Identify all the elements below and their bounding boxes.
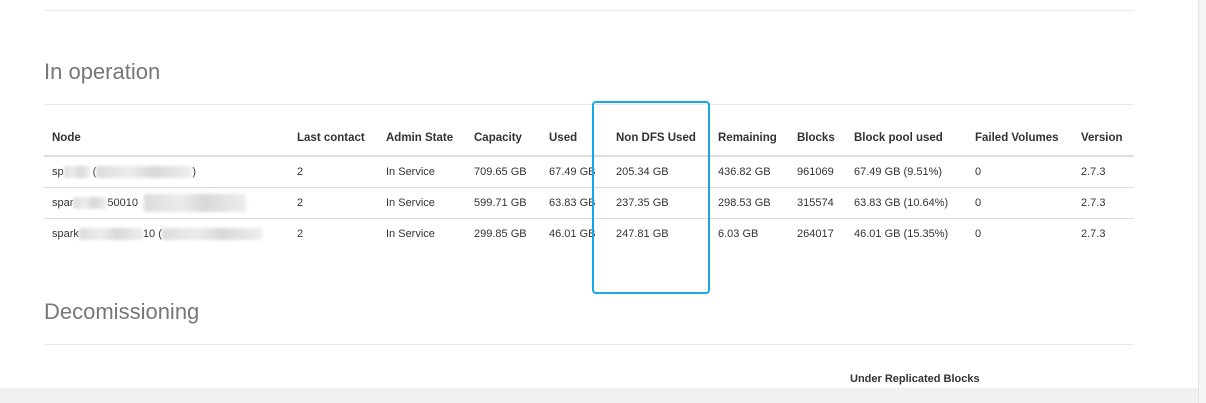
- capacity-cell: 599.71 GB: [466, 187, 541, 219]
- vertical-scrollbar[interactable]: [1198, 0, 1206, 403]
- table-row: sp () 2 In Service 709.65 GB 67.49 GB 20…: [44, 156, 1134, 188]
- datanodes-table: Node Last contact Admin State Capacity U…: [44, 120, 1134, 249]
- used-cell: 67.49 GB: [541, 156, 608, 188]
- table-header: Node Last contact Admin State Capacity U…: [44, 120, 1134, 157]
- header-non-dfs-used[interactable]: Non DFS Used: [608, 120, 710, 157]
- decommissioning-divider: [44, 344, 1134, 345]
- version-cell: 2.7.3: [1081, 228, 1106, 240]
- in-operation-divider: [44, 104, 1134, 105]
- used-cell: 63.83 GB: [541, 187, 608, 219]
- header-capacity[interactable]: Capacity: [466, 120, 541, 157]
- redacted-host: [78, 228, 143, 241]
- redacted-host: [63, 166, 90, 179]
- decommissioning-heading: Decomissioning: [44, 299, 200, 324]
- non-dfs-used-cell: 237.35 GB: [608, 187, 710, 219]
- capacity-cell: 709.65 GB: [466, 156, 541, 188]
- admin-state-cell: In Service: [378, 187, 466, 219]
- header-block-pool-used[interactable]: Block pool used: [846, 120, 967, 157]
- header-last-contact[interactable]: Last contact: [289, 120, 378, 157]
- version-cell: 2.7.3: [1073, 187, 1134, 219]
- non-dfs-used-cell: 205.34 GB: [608, 156, 710, 188]
- table-row: spar 50010 2 In Service 599.71 GB 63.83 G…: [44, 187, 1134, 219]
- remaining-cell: 298.53 GB: [710, 187, 789, 219]
- header-used[interactable]: Used: [541, 120, 608, 157]
- admin-state-cell: In Service: [386, 228, 435, 240]
- node-name-suffix: ): [192, 165, 197, 178]
- redacted-host: [73, 197, 108, 209]
- header-failed-volumes[interactable]: Failed Volumes: [967, 120, 1073, 157]
- block-pool-used-cell: 46.01 GB (15.35%): [854, 228, 949, 240]
- block-pool-used-cell: 63.83 GB (10.64%): [846, 187, 967, 219]
- node-cell[interactable]: spark 10 (: [44, 219, 289, 250]
- header-version[interactable]: Version: [1073, 120, 1134, 157]
- node-name-mid: 50010: [107, 196, 138, 209]
- horizontal-scrollbar[interactable]: [0, 388, 1198, 403]
- non-dfs-used-cell: 247.81 GB: [616, 228, 669, 240]
- capacity-cell: 299.85 GB: [474, 228, 527, 240]
- datanode-information-page: In operation Node Last contact Admin Sta…: [0, 0, 1206, 403]
- table-body: sp () 2 In Service 709.65 GB 67.49 GB 20…: [44, 156, 1134, 249]
- node-name-prefix: spark: [52, 227, 79, 240]
- block-pool-used-cell: 67.49 GB (9.51%): [846, 156, 967, 188]
- node-name-prefix: sp: [52, 165, 64, 178]
- failed-volumes-cell: 0: [967, 156, 1073, 188]
- last-contact-cell: 2: [289, 187, 378, 219]
- redacted-address: [144, 194, 246, 212]
- node-name-prefix: spar: [52, 196, 74, 209]
- header-under-replicated-blocks[interactable]: Under Replicated Blocks: [850, 373, 980, 385]
- remaining-cell: 6.03 GB: [718, 228, 759, 240]
- redacted-address: [161, 228, 262, 241]
- version-cell: 2.7.3: [1073, 156, 1134, 188]
- last-contact-cell: 2: [289, 156, 378, 188]
- node-cell[interactable]: spar 50010: [44, 187, 289, 219]
- last-contact-cell: 2: [297, 228, 304, 240]
- in-operation-heading: In operation: [44, 59, 161, 84]
- failed-volumes-cell: 0: [975, 228, 982, 240]
- top-divider: [44, 10, 1134, 11]
- node-cell[interactable]: sp (): [44, 156, 289, 188]
- remaining-cell: 436.82 GB: [710, 156, 789, 188]
- header-node[interactable]: Node: [44, 120, 289, 157]
- redacted-address: [96, 166, 193, 179]
- table-row: spark 10 ( 2 In Service 299.85 GB 46.01 G…: [44, 219, 1134, 250]
- blocks-cell: 961069: [789, 156, 846, 188]
- header-remaining[interactable]: Remaining: [710, 120, 789, 157]
- header-admin-state[interactable]: Admin State: [378, 120, 466, 157]
- admin-state-cell: In Service: [378, 156, 466, 188]
- used-cell: 46.01 GB: [549, 228, 596, 240]
- header-blocks[interactable]: Blocks: [789, 120, 846, 157]
- node-name-mid: 10: [142, 227, 156, 240]
- blocks-cell: 264017: [797, 228, 834, 240]
- failed-volumes-cell: 0: [967, 187, 1073, 219]
- header-row: Node Last contact Admin State Capacity U…: [44, 120, 1134, 157]
- blocks-cell: 315574: [789, 187, 846, 219]
